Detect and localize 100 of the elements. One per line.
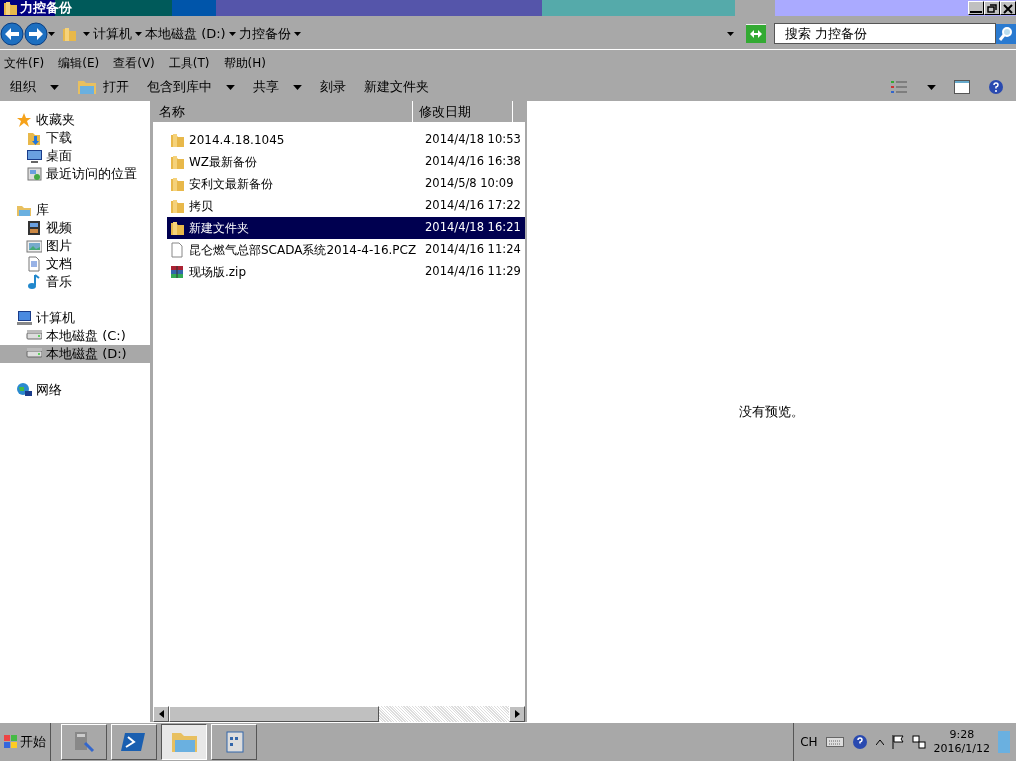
windows-logo-icon [4,735,18,749]
file-row[interactable]: 新建文件夹 2014/4/18 16:21 [167,217,525,239]
music-note-icon [26,274,42,290]
breadcrumb[interactable]: 力控备份 [235,23,294,44]
picture-icon [26,238,42,254]
chevron-up-icon [875,739,884,745]
sidebar-item[interactable]: 桌面 [0,147,150,165]
sidebar-item[interactable]: 文档 [0,255,150,273]
caret-icon [48,31,55,36]
minimize-button[interactable] [968,1,984,15]
caret-icon [293,84,302,90]
sidebar-item[interactable]: 本地磁盘 (C:) [0,327,150,345]
folder-icon [169,132,185,148]
column-header[interactable]: 修改日期 [413,101,513,122]
archive-icon [169,264,185,280]
back-button[interactable] [0,21,24,46]
desktop-icon [26,148,42,164]
window-title: 力控备份 [20,0,72,18]
right-arrow-icon [514,710,520,718]
restore-icon [986,2,998,14]
folder-icon [169,176,185,192]
folder-icon [77,79,97,95]
network-icon [911,735,926,749]
file-row[interactable]: 昆仑燃气总部SCADA系统2014-4-16.PCZ 2014/4/16 11:24 [167,239,525,261]
folder-icon [169,154,185,170]
caret-icon [135,31,142,36]
sidebar-item[interactable]: 音乐 [0,273,150,291]
menu-item[interactable]: 文件(F) [4,54,45,72]
toolbar-button[interactable]: 共享 [247,75,308,99]
file-icon [169,242,185,258]
scroll-thumb[interactable] [169,706,379,722]
caret-icon [927,84,936,90]
menu-item[interactable]: 工具(T) [168,54,210,72]
help-icon [988,79,1004,95]
taskbar-button[interactable] [161,724,207,760]
sidebar-item[interactable]: 下载 [0,129,150,147]
dropdown-caret-icon [727,31,734,36]
menu-item[interactable]: 帮助(H) [223,54,266,72]
computer-icon [16,310,32,326]
list-view-icon [891,81,907,93]
column-header[interactable]: 名称 [153,101,413,122]
menu-item[interactable]: 编辑(E) [58,54,100,72]
caret-icon [50,84,59,90]
file-row[interactable]: 安利文最新备份 2014/5/8 10:09 [167,173,525,195]
breadcrumb[interactable]: 本地磁盘 (D:) [142,23,229,44]
toolbar-button[interactable]: 组织 [4,75,65,99]
preview-message: 没有预览。 [739,402,804,421]
sidebar-group[interactable]: 库 [0,201,150,219]
sidebar-group[interactable]: 计算机 [0,309,150,327]
file-row[interactable]: WZ最新备份 2014/4/16 16:38 [167,151,525,173]
forward-button[interactable] [24,21,48,46]
file-row[interactable]: 拷贝 2014/4/16 17:22 [167,195,525,217]
clock-date[interactable]: 2016/1/12 [933,742,990,757]
refresh-icon [746,24,766,43]
caret-icon [293,31,301,36]
folder-icon [61,25,77,42]
sidebar-item[interactable]: 最近访问的位置 [0,165,150,183]
download-icon [26,130,42,146]
menu-item[interactable]: 查看(V) [113,54,155,72]
caret-icon [226,84,235,90]
file-row[interactable]: 2014.4.18.1045 2014/4/18 10:53 [167,129,525,151]
sidebar-item[interactable]: 本地磁盘 (D:) [0,345,150,363]
sidebar-item[interactable]: 视频 [0,219,150,237]
restore-button[interactable] [984,1,1000,15]
folder-icon [2,0,18,16]
refresh-button[interactable] [746,24,766,43]
language-indicator[interactable]: CH [800,733,818,751]
scroll-left-button[interactable] [153,706,169,722]
search-icon [996,23,1016,44]
toolbar-button[interactable]: 刻录 [314,75,352,99]
sidebar-item[interactable]: 图片 [0,237,150,255]
breadcrumb[interactable]: 计算机 [90,23,135,44]
caret-icon [83,31,90,36]
search-button[interactable] [996,23,1016,44]
video-icon [26,220,42,236]
sidebar-group[interactable]: 网络 [0,381,150,399]
folder-icon [169,220,185,236]
folder-icon [169,198,185,214]
scroll-right-button[interactable] [509,706,525,722]
toolbar-button[interactable]: 打开 [71,75,135,99]
file-row[interactable]: 现场版.zip 2014/4/16 11:29 [167,261,525,283]
star-icon [16,112,32,128]
toolbar-button[interactable]: 包含到库中 [141,75,241,99]
left-arrow-icon [158,710,164,718]
flag-icon [891,735,904,749]
start-button[interactable]: 开始 [0,723,51,761]
network-icon [16,382,32,398]
close-icon [1002,2,1014,14]
clock-time[interactable]: 9:28 [949,727,975,742]
keyboard-icon [825,737,844,747]
preview-pane-icon [954,80,970,94]
sidebar-group[interactable]: 收藏夹 [0,111,150,129]
toolbar-button[interactable]: 新建文件夹 [358,75,435,99]
document-icon [26,256,42,272]
horizontal-scrollbar[interactable] [153,706,525,722]
recent-places-icon [26,166,42,182]
help-icon [851,734,868,750]
minimize-icon [970,11,982,13]
close-button[interactable] [1000,1,1016,15]
search-field[interactable]: 搜索 力控备份 [774,23,996,44]
